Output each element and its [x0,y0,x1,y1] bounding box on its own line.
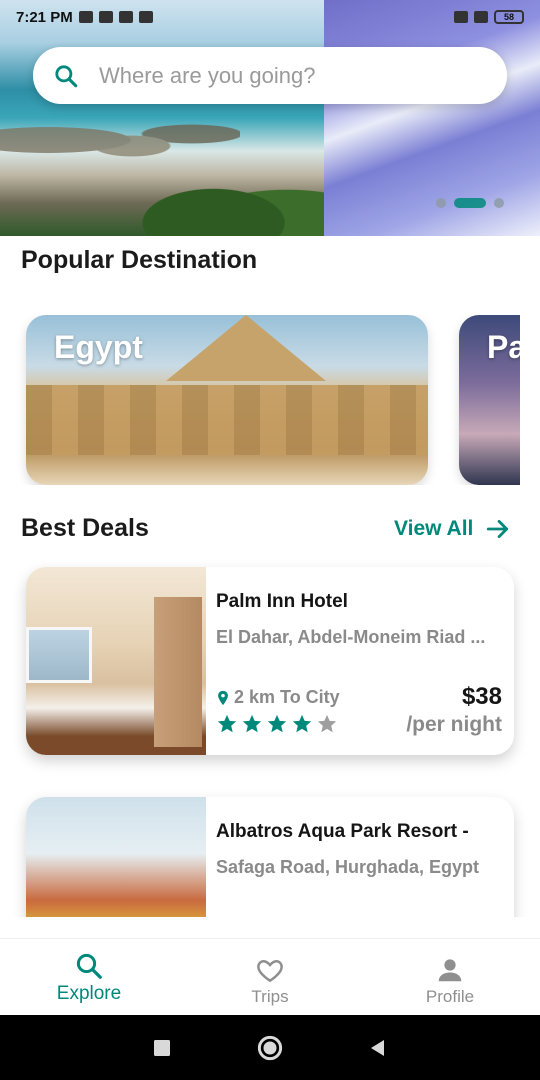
back-button-icon[interactable] [367,1037,389,1059]
deal-title: Albatros Aqua Park Resort - [216,821,469,842]
status-time: 7:21 PM [16,8,73,26]
nav-explore[interactable]: Explore [29,951,149,1005]
star-filled-icon [217,714,237,733]
person-icon [438,959,462,982]
search-input[interactable] [99,62,479,89]
deal-title: Palm Inn Hotel [216,591,348,612]
signal-icon [454,11,468,23]
search-bar[interactable] [33,47,507,104]
hero-image-sky [324,0,540,236]
hotel-image [26,567,206,755]
destination-name: Pa [487,329,520,365]
location-pin-icon [218,690,228,705]
deal-price: $38 [461,683,502,710]
wifi-icon [474,11,488,23]
arrow-right-icon [487,520,509,538]
nav-label: Trips [251,987,289,1006]
status-bar: 7:21 PM 58 [0,0,540,34]
hero-carousel[interactable] [0,0,540,236]
heart-icon [257,959,283,983]
nav-profile[interactable]: Profile [390,955,510,1007]
view-all-link[interactable]: View All [394,516,511,542]
bottom-navigation: Explore Trips Profile [0,938,540,1015]
star-filled-icon [242,714,262,733]
home-button-icon[interactable] [257,1035,283,1061]
carousel-dot-active [454,198,486,208]
deal-card-palm-inn[interactable]: Palm Inn Hotel El Dahar, Abdel-Moneim Ri… [26,567,514,755]
deal-location: Safaga Road, Hurghada, Egypt [216,857,480,877]
resort-image [26,797,206,917]
deal-price-unit: /per night [406,713,502,736]
deal-card-albatros[interactable]: Albatros Aqua Park Resort - Safaga Road,… [26,797,514,917]
deal-list-clip: Albatros Aqua Park Resort - Safaga Road,… [0,780,540,917]
destination-card-egypt[interactable]: Egypt [26,315,428,485]
deal-distance: 2 km To City [216,687,340,708]
section-title-deals: Best Deals [21,514,149,542]
destination-list[interactable]: Egypt Pa [0,315,520,485]
notification-icon [78,11,93,23]
nav-trips[interactable]: Trips [210,955,330,1007]
rating-stars [216,713,338,735]
system-navigation-bar [0,1015,540,1080]
search-icon [76,953,102,979]
nav-label: Profile [425,987,475,1006]
star-filled-icon [267,714,287,733]
deal-location: El Dahar, Abdel-Moneim Riad ... [216,627,486,647]
hero-image-beach [0,0,324,236]
destination-name: Egypt [54,329,143,365]
carousel-dot [494,198,504,208]
destination-card-partial[interactable]: Pa [459,315,520,485]
view-all-label: View All [394,517,474,540]
star-empty-icon [317,714,337,733]
notification-icon [118,11,133,23]
notification-icon [98,11,113,23]
carousel-dot [436,198,446,208]
section-title-popular: Popular Destination [21,246,258,274]
notification-icon [138,11,153,23]
nav-label: Explore [56,983,122,1004]
star-filled-icon [292,714,312,733]
search-icon [55,64,78,87]
recents-button-icon[interactable] [151,1037,173,1059]
carousel-indicators [436,198,504,208]
battery-icon: 58 [494,10,524,24]
distance-text: 2 km To City [234,687,340,707]
